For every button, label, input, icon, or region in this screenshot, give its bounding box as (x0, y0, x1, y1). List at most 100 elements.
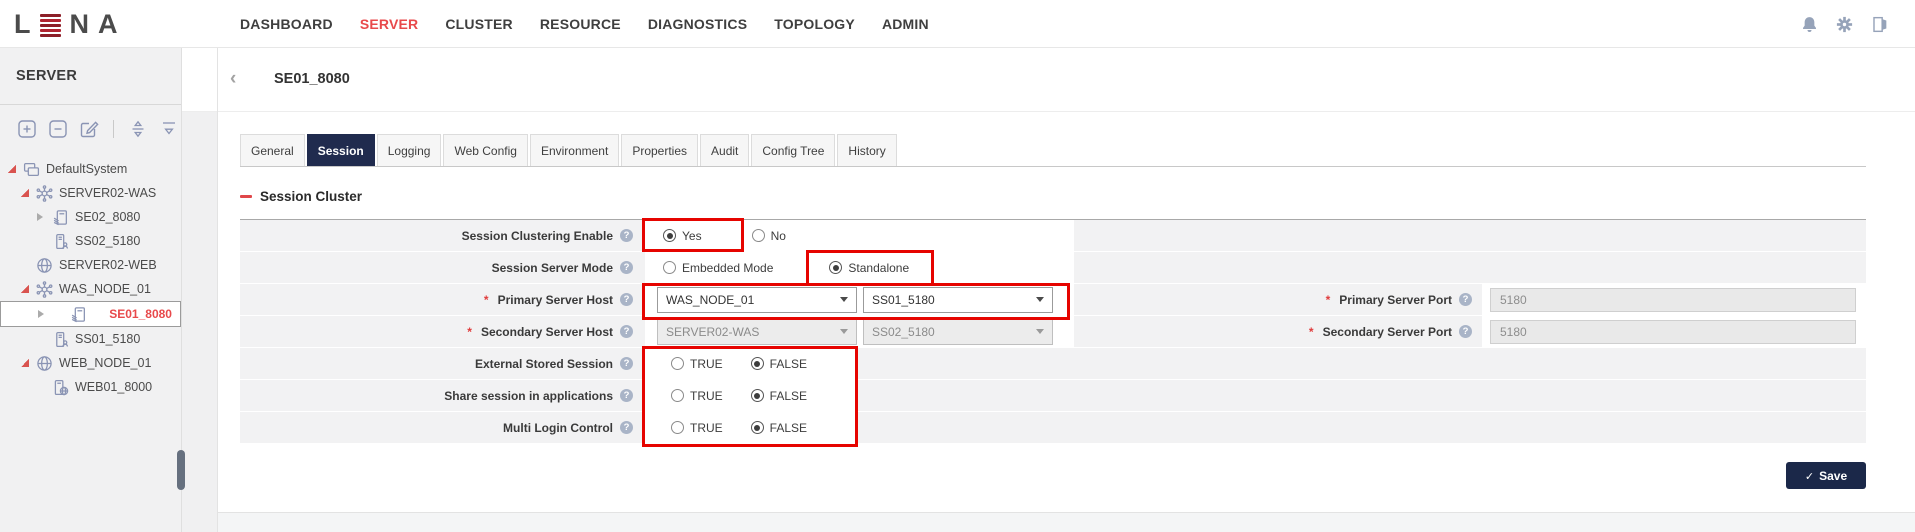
gear-icon[interactable] (1835, 15, 1854, 34)
server-icon (52, 209, 69, 226)
tab-web-config[interactable]: Web Config (443, 134, 527, 166)
radio-icon[interactable] (752, 229, 765, 242)
help-icon[interactable] (620, 293, 633, 306)
nav-item-dashboard[interactable]: DASHBOARD (240, 16, 333, 32)
field-label: Primary Server Port (1339, 293, 1452, 307)
lena-console: L N A DASHBOARD SERVER CLUSTER RESOURCE DIAG… (0, 0, 1915, 532)
collapse-triangle-icon[interactable] (21, 189, 33, 197)
help-icon[interactable] (620, 325, 633, 338)
row-filler (856, 412, 1866, 443)
help-icon[interactable] (1459, 325, 1472, 338)
save-button-label: Save (1819, 469, 1847, 483)
help-icon[interactable] (620, 357, 633, 370)
sidebar-resize-handle[interactable] (177, 450, 185, 490)
radio-icon[interactable] (671, 421, 684, 434)
help-icon[interactable] (1459, 293, 1472, 306)
fold-tree-icon[interactable] (158, 118, 180, 140)
radio-option-no[interactable]: No (752, 229, 786, 243)
tree-item-ss01-5180[interactable]: SS01_5180 (0, 327, 181, 351)
tree-item-defaultsystem[interactable]: DefaultSystem (0, 157, 181, 181)
tree-item-web-node-01[interactable]: WEB_NODE_01 (0, 351, 181, 375)
radio-icon[interactable] (671, 389, 684, 402)
collapse-triangle-icon[interactable] (21, 285, 33, 293)
select-value: SS01_5180 (872, 293, 935, 307)
tree-item-web01-8000[interactable]: WEB01_8000 (0, 375, 181, 399)
radio-option-standalone[interactable]: Standalone (829, 261, 909, 275)
radio-icon[interactable] (751, 389, 764, 402)
tab-general[interactable]: General (240, 134, 305, 166)
edit-node-icon[interactable] (78, 118, 100, 140)
nav-item-admin[interactable]: ADMIN (882, 16, 929, 32)
primary-host-server-select[interactable]: SS01_5180 (863, 287, 1053, 313)
radio-option-true[interactable]: TRUE (671, 421, 723, 435)
radio-option-false[interactable]: FALSE (751, 421, 807, 435)
tree-item-se02-8080[interactable]: SE02_8080 (0, 205, 181, 229)
add-node-icon[interactable] (16, 118, 38, 140)
tree-item-label: SERVER02-WEB (59, 258, 157, 272)
tab-audit[interactable]: Audit (700, 134, 749, 166)
horizontal-scrollbar-track[interactable] (218, 512, 1915, 532)
nav-item-resource[interactable]: RESOURCE (540, 16, 621, 32)
expand-triangle-icon[interactable] (38, 310, 50, 318)
tree-item-was-node-01[interactable]: WAS_NODE_01 (0, 277, 181, 301)
radio-option-true[interactable]: TRUE (671, 357, 723, 371)
section-header: Session Cluster (240, 189, 362, 204)
help-icon[interactable] (620, 421, 633, 434)
help-icon[interactable] (620, 229, 633, 242)
bell-icon[interactable] (1800, 15, 1819, 34)
tree-item-server02-web[interactable]: SERVER02-WEB (0, 253, 181, 277)
node-icon (36, 281, 53, 298)
remove-node-icon[interactable] (47, 118, 69, 140)
chevron-left-icon[interactable]: ‹ (230, 68, 236, 90)
radio-icon[interactable] (751, 357, 764, 370)
breadcrumb: ‹ SE01_8080 (218, 48, 1915, 112)
tree-item-server02-was[interactable]: SERVER02-WAS (0, 181, 181, 205)
nav-item-server[interactable]: SERVER (360, 16, 419, 32)
radio-option-true[interactable]: TRUE (671, 389, 723, 403)
radio-icon[interactable] (751, 421, 764, 434)
tab-logging[interactable]: Logging (377, 134, 442, 166)
help-icon[interactable] (620, 261, 633, 274)
primary-host-node-select[interactable]: WAS_NODE_01 (657, 287, 857, 313)
radio-option-yes[interactable]: Yes (663, 229, 702, 243)
webserver-icon (52, 379, 69, 396)
collapse-triangle-icon[interactable] (21, 359, 33, 367)
form-row-multi-login-control: Multi Login Control TRUE FALSE (240, 412, 1866, 444)
save-button[interactable]: Save (1786, 462, 1866, 489)
help-icon[interactable] (620, 389, 633, 402)
nav-item-cluster[interactable]: CLUSTER (445, 16, 513, 32)
field-value-cell: 5180 (1484, 316, 1866, 347)
radio-option-false[interactable]: FALSE (751, 357, 807, 371)
tree-item-ss02-5180[interactable]: SS02_5180 (0, 229, 181, 253)
required-asterisk: * (467, 325, 472, 339)
field-label: Share session in applications (444, 389, 613, 403)
expand-triangle-icon[interactable] (37, 213, 49, 221)
unfold-tree-icon[interactable] (127, 118, 149, 140)
logo-letter: N (70, 9, 91, 39)
field-label: Secondary Server Host (481, 325, 613, 339)
radio-option-false[interactable]: FALSE (751, 389, 807, 403)
tab-session[interactable]: Session (307, 134, 375, 166)
form-row-session-clustering-enable: Session Clustering Enable Yes No (240, 220, 1866, 252)
sidebar-title: SERVER (0, 48, 181, 105)
field-value-cell: TRUE FALSE (645, 348, 854, 379)
tab-environment[interactable]: Environment (530, 134, 619, 166)
tree-item-se01-8080[interactable]: SE01_8080 (0, 301, 181, 327)
lena-logo: L N A (14, 9, 127, 39)
nav-item-topology[interactable]: TOPOLOGY (774, 16, 855, 32)
tab-properties[interactable]: Properties (621, 134, 698, 166)
collapse-dash-icon[interactable] (240, 195, 252, 198)
tab-config-tree[interactable]: Config Tree (751, 134, 835, 166)
nav-item-diagnostics[interactable]: DIAGNOSTICS (648, 16, 747, 32)
form-row-share-session-in-applications: Share session in applications TRUE FALSE (240, 380, 1866, 412)
radio-option-embedded-mode[interactable]: Embedded Mode (663, 261, 773, 275)
collapse-triangle-icon[interactable] (8, 165, 20, 173)
tab-history[interactable]: History (837, 134, 896, 166)
main-content: ‹ SE01_8080 GeneralSessionLoggingWeb Con… (218, 48, 1915, 532)
field-label: Session Clustering Enable (462, 229, 613, 243)
radio-icon[interactable] (671, 357, 684, 370)
radio-icon[interactable] (663, 261, 676, 274)
radio-icon[interactable] (829, 261, 842, 274)
logout-icon[interactable] (1870, 15, 1889, 34)
radio-icon[interactable] (663, 229, 676, 242)
